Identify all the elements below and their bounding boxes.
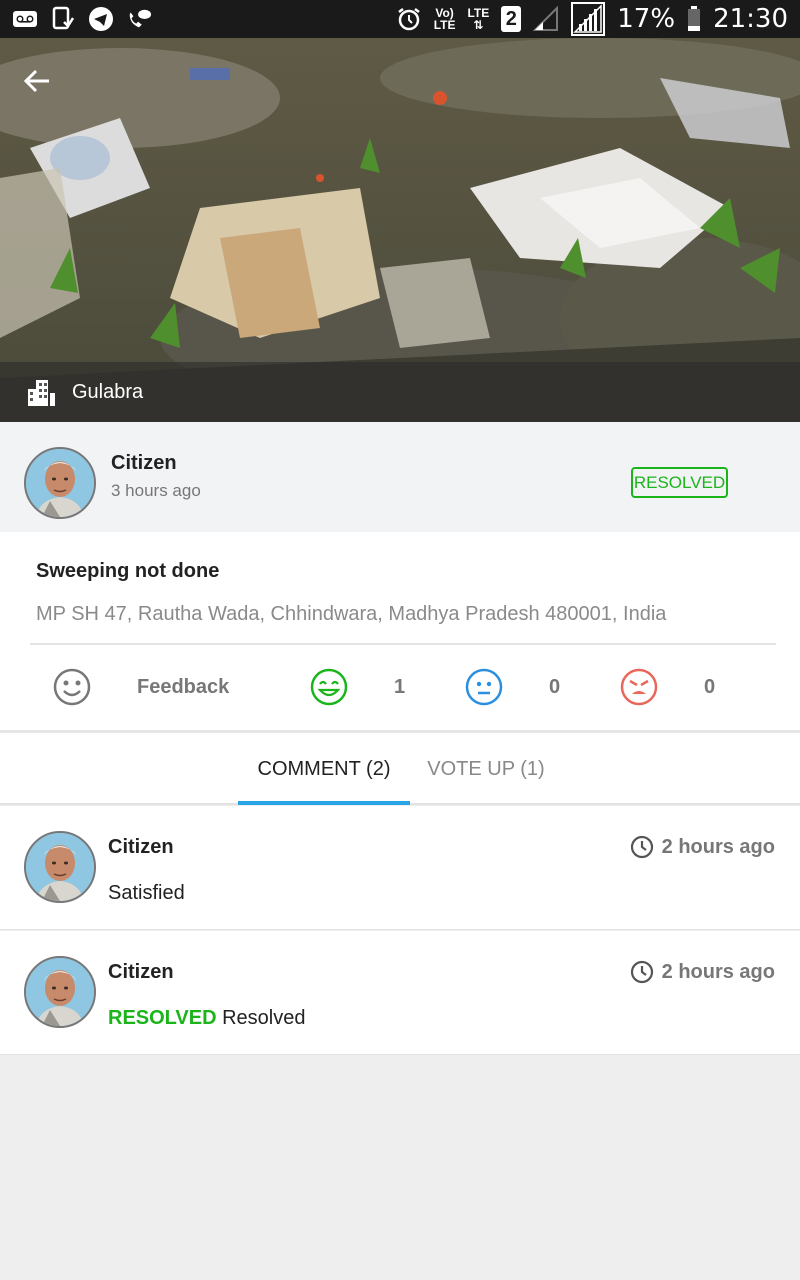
signal-strong-icon bbox=[571, 2, 606, 36]
reporter-header: Citizen 3 hours ago RESOLVED bbox=[0, 422, 800, 532]
sim-download-icon bbox=[50, 6, 76, 32]
comment-time: 2 hours ago bbox=[630, 835, 775, 859]
arrow-left-icon bbox=[23, 69, 49, 93]
signal-weak-icon bbox=[533, 6, 559, 32]
happy-count: 1 bbox=[394, 676, 406, 698]
complaint-photo: Gulabra bbox=[0, 38, 800, 422]
data-arrows-icon: ⇅ bbox=[473, 18, 484, 32]
complaint-title: Sweeping not done bbox=[36, 560, 220, 582]
battery-percent: 17% bbox=[617, 4, 676, 34]
comment-status: RESOLVED bbox=[108, 1007, 217, 1029]
comment-time-text: 2 hours ago bbox=[661, 835, 775, 858]
active-tab-indicator bbox=[238, 801, 410, 805]
happy-face-icon[interactable] bbox=[310, 668, 348, 706]
avatar[interactable] bbox=[24, 447, 96, 519]
avatar[interactable] bbox=[24, 831, 96, 903]
alarm-icon bbox=[396, 6, 422, 32]
lte-indicator: LTE ⇅ bbox=[467, 6, 490, 32]
neutral-count: 0 bbox=[549, 676, 561, 698]
status-bar-right: Vo) LTE LTE ⇅ 2 17% 21:30 bbox=[396, 2, 788, 36]
avatar[interactable] bbox=[24, 956, 96, 1028]
voicemail-icon bbox=[12, 6, 38, 32]
neutral-face-icon[interactable] bbox=[465, 668, 503, 706]
reporter-time: 3 hours ago bbox=[111, 481, 201, 500]
volte-indicator: Vo) LTE bbox=[433, 6, 456, 32]
comment-author: Citizen bbox=[108, 961, 174, 983]
tab-bar: COMMENT (2) VOTE UP (1) bbox=[0, 733, 800, 805]
user-avatar-image bbox=[26, 833, 94, 901]
tab-vote-up[interactable]: VOTE UP (1) bbox=[418, 733, 554, 805]
tab-comment[interactable]: COMMENT (2) bbox=[238, 733, 410, 805]
location-bar: Gulabra bbox=[0, 362, 800, 422]
clock-icon bbox=[630, 960, 653, 984]
status-bar: Vo) LTE LTE ⇅ 2 17% 21:30 bbox=[0, 0, 800, 38]
comment-item: Citizen 2 hours ago RESOLVED Resolved bbox=[0, 931, 800, 1055]
angry-count: 0 bbox=[704, 676, 716, 698]
battery-icon bbox=[687, 6, 701, 32]
feedback-row: Feedback 1 0 0 bbox=[0, 645, 800, 730]
building-icon bbox=[28, 380, 55, 406]
back-button[interactable] bbox=[20, 64, 54, 98]
status-bar-left bbox=[12, 6, 152, 32]
complaint-card: Sweeping not done MP SH 47, Rautha Wada,… bbox=[0, 532, 800, 730]
user-avatar-image bbox=[26, 958, 94, 1026]
comment-text: Satisfied bbox=[108, 882, 185, 905]
location-name: Gulabra bbox=[72, 380, 144, 403]
comment-text: RESOLVED Resolved bbox=[108, 1007, 306, 1030]
comment-time: 2 hours ago bbox=[630, 960, 775, 984]
clock-icon bbox=[630, 835, 653, 859]
phone-chat-icon bbox=[126, 6, 152, 32]
angry-face-icon[interactable] bbox=[620, 668, 658, 706]
feedback-smiley-icon[interactable] bbox=[53, 668, 91, 706]
feedback-label[interactable]: Feedback bbox=[137, 676, 229, 699]
comment-text-content: Resolved bbox=[222, 1007, 306, 1029]
telegram-icon bbox=[88, 6, 114, 32]
comment-author: Citizen bbox=[108, 836, 174, 858]
comment-item: Citizen 2 hours ago Satisfied bbox=[0, 806, 800, 930]
comment-time-text: 2 hours ago bbox=[661, 960, 775, 983]
user-avatar-image bbox=[26, 449, 94, 517]
clock: 21:30 bbox=[713, 4, 788, 34]
status-badge: RESOLVED bbox=[631, 467, 728, 498]
reporter-name: Citizen bbox=[111, 452, 177, 474]
comment-text-content: Satisfied bbox=[108, 882, 185, 904]
complaint-address: MP SH 47, Rautha Wada, Chhindwara, Madhy… bbox=[36, 603, 667, 625]
sim-number: 2 bbox=[501, 6, 522, 32]
